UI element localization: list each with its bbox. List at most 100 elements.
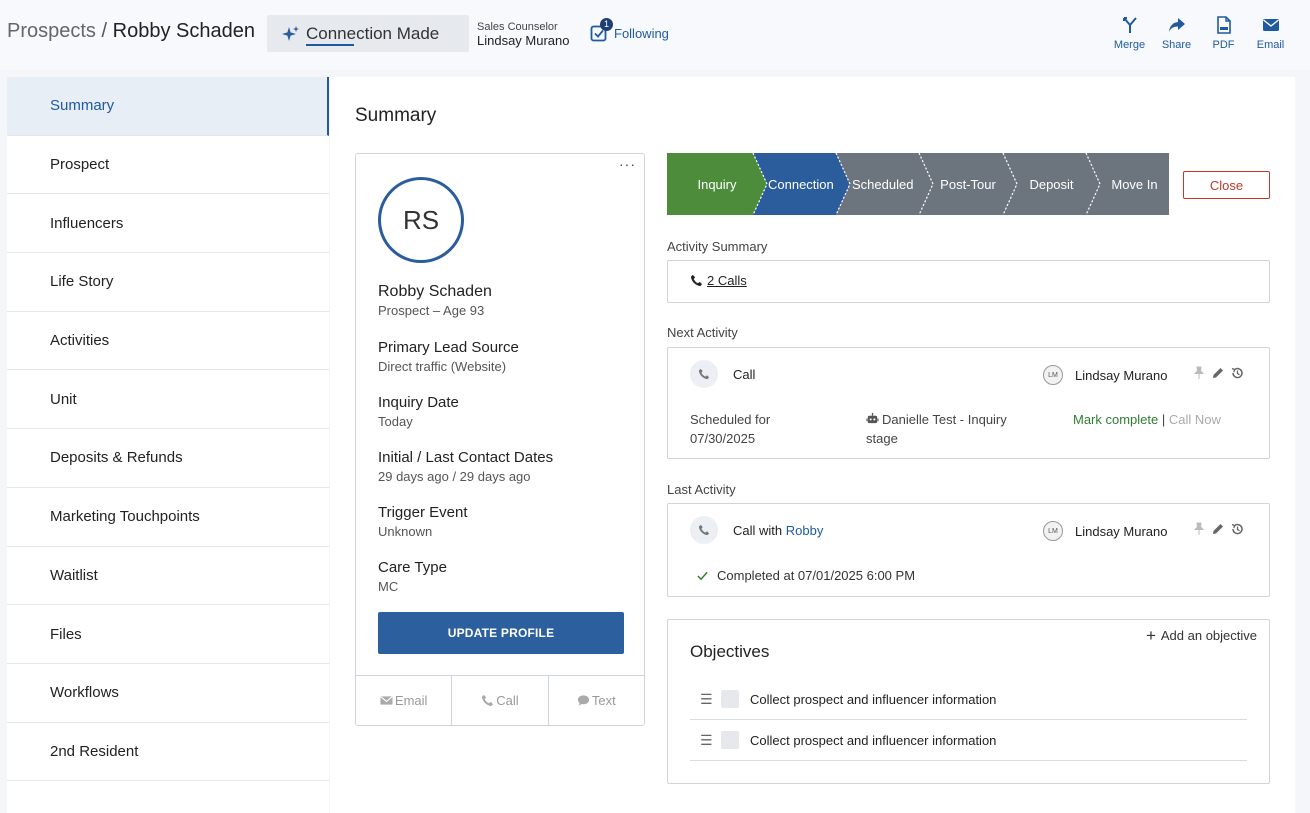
pencil-icon[interactable] [1211, 522, 1225, 536]
sidebar-item-workflows[interactable]: Workflows [7, 664, 329, 723]
field-value: Unknown [378, 524, 433, 539]
objective-checkbox[interactable] [721, 731, 739, 749]
email-icon [1262, 19, 1279, 31]
last-activity-owner: LM Lindsay Murano [1043, 521, 1168, 541]
phone-icon [690, 274, 703, 287]
prospect-name-block: Robby Schaden Prospect – Age 93 [378, 283, 492, 318]
workflow-assignee: Danielle Test - Inquiry stage [866, 410, 1036, 448]
objective-checkbox[interactable] [721, 690, 739, 708]
envelope-icon [380, 696, 393, 705]
drag-handle-icon[interactable]: ☰ [700, 732, 713, 749]
scheduled-label: Scheduled for [690, 412, 771, 427]
breadcrumb-separator: / [101, 20, 108, 42]
objective-row: ☰ Collect prospect and influencer inform… [690, 679, 1247, 720]
history-icon[interactable] [1230, 522, 1244, 536]
field-contact-dates: Initial / Last Contact Dates 29 days ago… [378, 449, 553, 484]
sales-counselor-name: Lindsay Murano [477, 33, 570, 48]
objective-row: ☰ Collect prospect and influencer inform… [690, 720, 1247, 761]
field-label: Inquiry Date [378, 394, 459, 411]
last-activity-card: Call with Robby LM Lindsay Murano Comple… [667, 503, 1270, 597]
field-label: Initial / Last Contact Dates [378, 449, 554, 466]
next-activity-type: Call [733, 366, 756, 382]
add-objective-button[interactable]: + Add an objective [1145, 626, 1257, 645]
close-prospect-button[interactable]: Close [1183, 171, 1270, 199]
stage-pipeline: Inquiry Connection Made Scheduled Post-T… [667, 153, 1169, 215]
breadcrumb-prospects-link[interactable]: Prospects [7, 20, 96, 42]
stage-label-inquiry: Inquiry [697, 176, 737, 192]
following-toggle[interactable]: 1 Following [590, 18, 669, 42]
next-activity-actions: Mark complete | Call Now [1073, 410, 1243, 429]
chat-bubble-icon [577, 695, 589, 706]
pin-icon[interactable] [1192, 366, 1206, 380]
owner-avatar: LM [1043, 521, 1063, 541]
sidebar-item-prospect[interactable]: Prospect [7, 136, 329, 195]
scheduled-info: Scheduled for 07/30/2025 [690, 410, 820, 448]
pdf-icon [1216, 16, 1231, 34]
sidebar-item-waitlist[interactable]: Waitlist [7, 547, 329, 606]
activity-type-badge [690, 360, 718, 388]
contact-text-button[interactable]: Text [549, 676, 644, 725]
plus-icon: + [1145, 626, 1156, 645]
merge-icon [1122, 17, 1137, 33]
calls-count: 2 Calls [707, 273, 747, 288]
field-trigger-event: Trigger Event Unknown [378, 504, 467, 539]
drag-handle-icon[interactable]: ☰ [700, 691, 713, 708]
following-label: Following [614, 25, 669, 41]
mark-complete-link[interactable]: Mark complete [1073, 412, 1158, 427]
stage-chip-label: Connection Made [306, 23, 440, 43]
assignee-text: Danielle Test - Inquiry stage [866, 412, 1007, 446]
share-button[interactable]: Share [1153, 16, 1200, 51]
sidebar-item-unit[interactable]: Unit [7, 370, 329, 430]
pin-icon[interactable] [1192, 522, 1206, 536]
breadcrumb-current: Robby Schaden [112, 20, 255, 42]
contact-call-label: Call [496, 693, 519, 708]
sidebar-item-influencers[interactable]: Influencers [7, 194, 329, 254]
phone-icon [698, 524, 710, 536]
scheduled-date: 07/30/2025 [690, 431, 756, 446]
last-activity-contact-link[interactable]: Robby [786, 523, 824, 538]
next-activity-tools [1192, 366, 1244, 380]
merge-label: Merge [1113, 39, 1146, 51]
sidebar-item-files[interactable]: Files [7, 605, 329, 664]
field-value: Today [378, 414, 413, 429]
objective-text: Collect prospect and influencer informat… [750, 732, 997, 748]
calls-link[interactable]: 2 Calls [690, 273, 747, 288]
update-profile-button[interactable]: UPDATE PROFILE [378, 612, 624, 654]
last-activity-header: Call with Robby [690, 516, 823, 544]
pencil-icon[interactable] [1211, 366, 1225, 380]
activity-summary-label: Activity Summary [667, 239, 768, 254]
sidebar-nav: Summary Prospect Influencers Life Story … [7, 77, 329, 813]
owner-avatar: LM [1043, 365, 1063, 385]
stage-chip-underline [306, 44, 354, 46]
next-activity-label: Next Activity [667, 325, 738, 340]
call-now-link[interactable]: Call Now [1169, 412, 1221, 427]
profile-menu-button[interactable]: ··· [619, 156, 636, 172]
merge-button[interactable]: Merge [1106, 16, 1153, 51]
top-bar: Prospects / Robby Schaden Connection Mad… [0, 0, 1310, 70]
field-label: Care Type [378, 559, 447, 576]
sidebar-item-summary[interactable]: Summary [7, 77, 329, 136]
sidebar-item-deposits-refunds[interactable]: Deposits & Refunds [7, 429, 329, 488]
stage-label-connection-made: Connection Made [768, 176, 834, 192]
stage-label-post-tour: Post-Tour [940, 176, 996, 192]
page-title: Summary [355, 105, 437, 126]
robot-icon [866, 412, 879, 424]
contact-call-button[interactable]: Call [452, 676, 549, 725]
history-icon[interactable] [1230, 366, 1244, 380]
activity-type-badge [690, 516, 718, 544]
stage-chip[interactable]: Connection Made [267, 15, 469, 52]
email-button[interactable]: Email [1247, 16, 1294, 51]
next-activity-header: Call [690, 360, 755, 388]
last-activity-title: Call with Robby [733, 523, 823, 538]
owner-name: Lindsay Murano [1075, 523, 1168, 539]
field-label: Trigger Event [378, 504, 468, 521]
sales-counselor: Sales Counselor Lindsay Murano [477, 21, 570, 47]
sidebar-item-marketing-touchpoints[interactable]: Marketing Touchpoints [7, 488, 329, 547]
pdf-button[interactable]: PDF [1200, 16, 1247, 51]
sidebar-item-2nd-resident[interactable]: 2nd Resident [7, 723, 329, 782]
completed-text: Completed at 07/01/2025 6:00 PM [717, 568, 916, 583]
field-value: 29 days ago / 29 days ago [378, 469, 531, 484]
sidebar-item-activities[interactable]: Activities [7, 312, 329, 371]
sidebar-item-life-story[interactable]: Life Story [7, 253, 329, 312]
contact-email-button[interactable]: Email [356, 676, 453, 725]
